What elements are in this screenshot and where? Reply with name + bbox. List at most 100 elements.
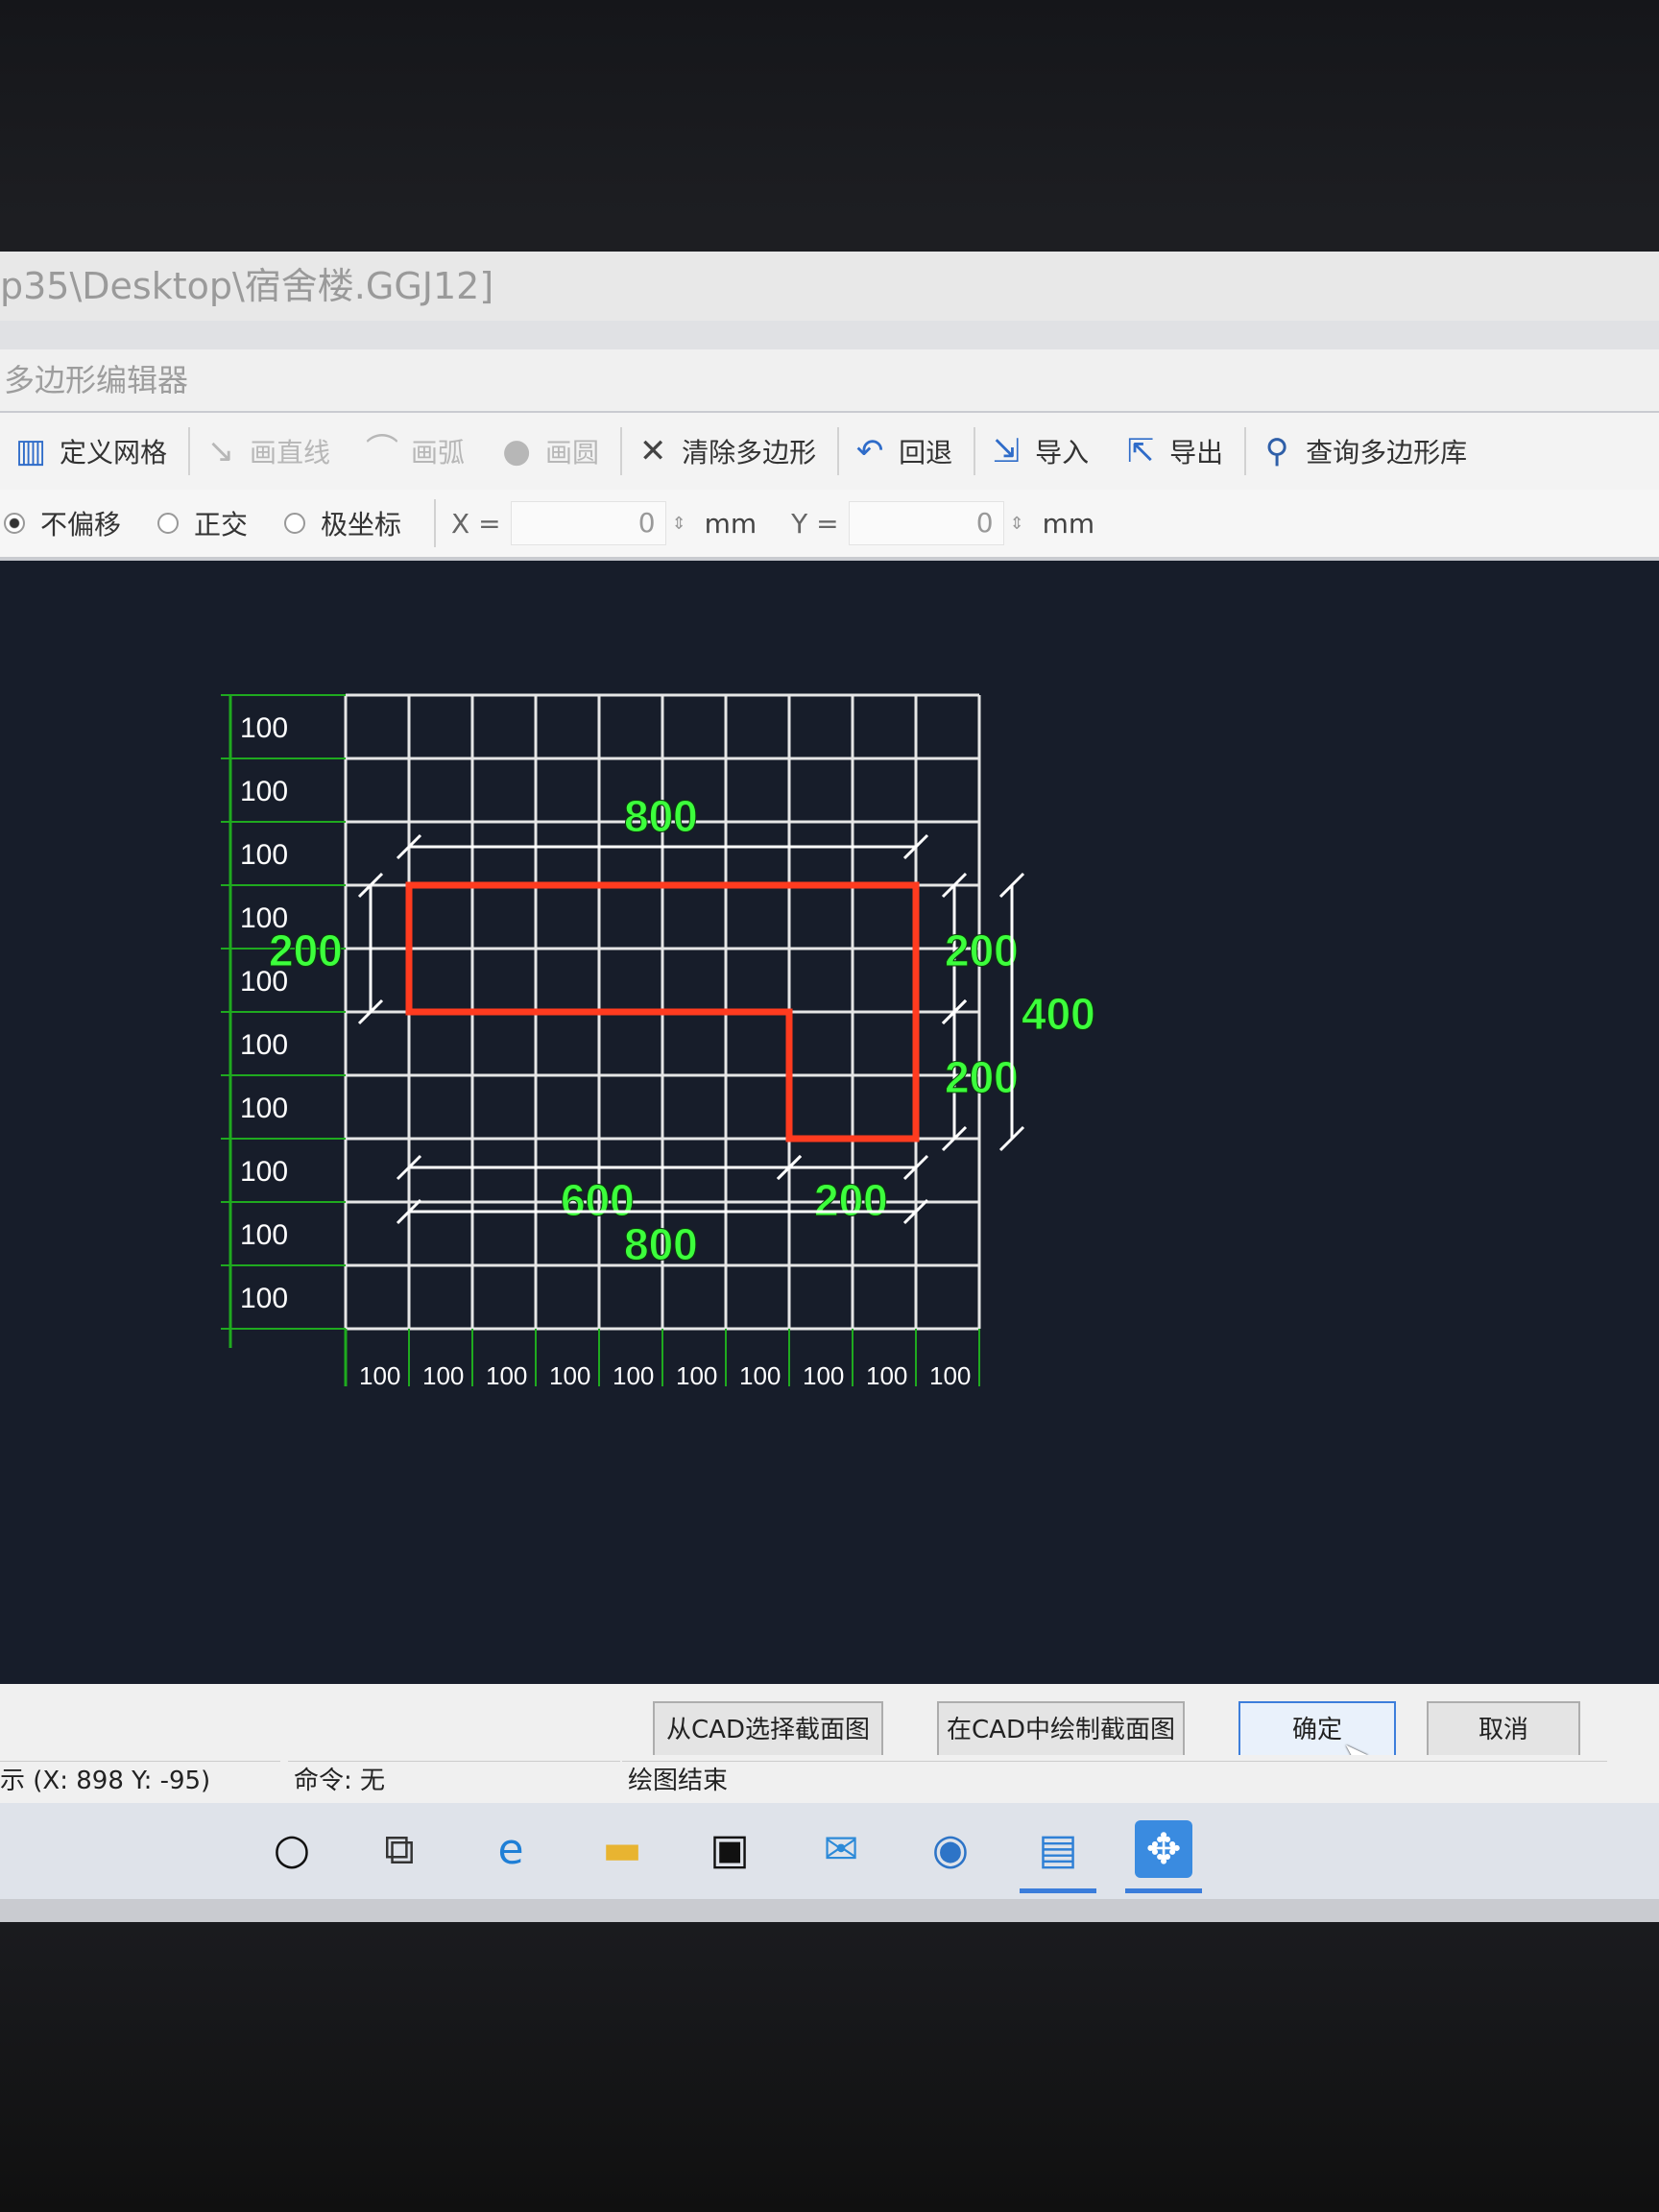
col-spacing-label: 100	[422, 1361, 464, 1390]
import-icon: ⇲	[992, 432, 1021, 470]
status-bar: 示 (X: 898 Y: -95) 命令: 无 绘图结束	[0, 1755, 1659, 1803]
export-button[interactable]: ⇱ 导出	[1123, 432, 1223, 470]
query-library-button[interactable]: ⚲ 查询多边形库	[1260, 432, 1467, 470]
draw-circle-label: 画圆	[545, 437, 600, 469]
mail-icon[interactable]: ✉	[812, 1820, 870, 1878]
window-title-bar: p35\Desktop\宿舍楼.GGJ12]	[0, 252, 1659, 321]
row-spacing-label: 100	[240, 712, 288, 744]
radio-icon	[157, 513, 180, 534]
taskbar: ○ ⧉ e ▬ ▣ ✉ ◉ ▤ ✥	[0, 1803, 1659, 1899]
ortho-label: 正交	[194, 509, 249, 541]
toolbar-separator	[974, 427, 976, 475]
y-unit: mm	[1042, 507, 1095, 540]
x-label: X =	[451, 507, 501, 540]
no-offset-radio[interactable]: 不偏移	[4, 504, 121, 542]
row-spacing-label: 100	[240, 1283, 288, 1314]
line-icon: ↘	[206, 432, 235, 470]
select-from-cad-button[interactable]: 从CAD选择截面图	[653, 1701, 883, 1759]
clear-polygon-button[interactable]: ✕ 清除多边形	[636, 432, 816, 470]
x-unit: mm	[704, 507, 757, 540]
monitor-screen: p35\Desktop\宿舍楼.GGJ12] 多边形编辑器 ▥ 定义网格 ↘ 画…	[0, 252, 1659, 1922]
radio-icon	[284, 513, 306, 534]
drawing-canvas[interactable]: 100 100 100 100 100 100 100 100 100 100 100 100 100 1…	[0, 561, 1659, 1684]
dimension-top-label: 800	[624, 791, 698, 841]
polar-label: 极坐标	[321, 509, 402, 541]
glodon-polygon-icon[interactable]: ✥	[1125, 1820, 1202, 1893]
export-label: 导出	[1169, 437, 1224, 469]
y-label: Y =	[791, 507, 839, 540]
toolbar-separator	[188, 427, 191, 475]
dimension-bottom-right-label: 200	[814, 1175, 888, 1225]
dimension-bottom-total-label: 800	[624, 1219, 698, 1269]
no-offset-label: 不偏移	[40, 509, 122, 541]
dialog-title: 多边形编辑器	[0, 349, 1659, 411]
define-grid-label: 定义网格	[60, 437, 168, 469]
row-spacing-label: 100	[240, 1093, 288, 1124]
polygon-grid-drawing[interactable]: 100 100 100 100 100 100 100 100 100 100 100 100 100 1…	[0, 561, 1659, 1684]
menu-bar-faded	[0, 321, 1659, 349]
radio-selected-icon	[4, 513, 25, 534]
ok-label: 确定	[1291, 1716, 1342, 1744]
x-spinner[interactable]: ⇕	[672, 514, 689, 534]
row-spacing-label: 100	[240, 1156, 288, 1188]
define-grid-button[interactable]: ▥ 定义网格	[13, 432, 167, 470]
status-message: 绘图结束	[622, 1761, 1607, 1800]
polar-radio[interactable]: 极坐标	[284, 504, 401, 542]
dimension-right-lower-label: 200	[945, 1052, 1019, 1102]
draw-line-label: 画直线	[250, 437, 331, 469]
import-label: 导入	[1035, 437, 1090, 469]
row-spacing-label: 100	[240, 776, 288, 807]
clear-polygon-label: 清除多边形	[682, 437, 817, 469]
x-input[interactable]: 0	[510, 501, 666, 545]
draw-in-cad-button[interactable]: 在CAD中绘制截面图	[937, 1701, 1185, 1759]
ok-button[interactable]: 确定 ➤	[1238, 1701, 1396, 1774]
status-command: 命令: 无	[288, 1761, 620, 1800]
export-icon: ⇱	[1126, 432, 1155, 470]
toolbar-separator	[837, 427, 840, 475]
col-spacing-label: 100	[739, 1361, 781, 1390]
dimension-bottom-left-label: 600	[561, 1175, 635, 1225]
import-button[interactable]: ⇲ 导入	[989, 432, 1089, 470]
row-spacing-label: 100	[240, 839, 288, 871]
app-icon[interactable]: ◉	[922, 1820, 979, 1878]
y-spinner[interactable]: ⇕	[1010, 514, 1027, 534]
options-separator	[434, 499, 437, 547]
toolbar-separator	[620, 427, 623, 475]
col-spacing-label: 100	[676, 1361, 717, 1390]
ortho-radio[interactable]: 正交	[157, 504, 248, 542]
col-spacing-label: 100	[359, 1361, 400, 1390]
task-view-icon[interactable]: ⧉	[371, 1820, 428, 1878]
cancel-button[interactable]: 取消	[1427, 1701, 1580, 1759]
store-icon[interactable]: ▣	[701, 1820, 758, 1878]
col-spacing-label: 100	[549, 1361, 590, 1390]
options-bar: 不偏移 正交 极坐标 X = 0 ⇕ mm Y = 0 ⇕ mm	[0, 490, 1659, 557]
search-icon: ⚲	[1264, 432, 1289, 470]
row-spacing-label: 100	[240, 1029, 288, 1061]
col-spacing-label: 100	[929, 1361, 971, 1390]
window-title: p35\Desktop\宿舍楼.GGJ12]	[0, 265, 494, 307]
edge-icon[interactable]: e	[482, 1820, 540, 1878]
dimension-right-upper-label: 200	[945, 926, 1019, 975]
col-spacing-label: 100	[866, 1361, 907, 1390]
cortana-icon[interactable]: ○	[263, 1820, 321, 1878]
toolbar: ▥ 定义网格 ↘ 画直线 ⌒ 画弧 ● 画圆 ✕ 清除多边形 ↶ 回退 ⇲ 导入	[0, 413, 1659, 490]
status-coordinates: 示 (X: 898 Y: -95)	[0, 1761, 280, 1800]
glodon-icon[interactable]: ▤	[1020, 1820, 1096, 1893]
draw-arc-label: 画弧	[411, 437, 466, 469]
draw-circle-button[interactable]: ● 画圆	[499, 432, 599, 470]
draw-arc-button[interactable]: ⌒ 画弧	[365, 432, 465, 470]
arc-icon: ⌒	[366, 432, 399, 470]
dimension-right-total-label: 400	[1022, 989, 1095, 1039]
undo-icon: ↶	[855, 432, 884, 470]
grid-icon: ▥	[14, 432, 47, 470]
col-spacing-label: 100	[486, 1361, 527, 1390]
y-input[interactable]: 0	[848, 501, 1004, 545]
close-icon: ✕	[638, 432, 667, 470]
dimension-left-label: 200	[269, 926, 343, 975]
draw-line-button[interactable]: ↘ 画直线	[204, 432, 330, 470]
undo-button[interactable]: ↶ 回退	[853, 432, 952, 470]
query-library-label: 查询多边形库	[1306, 437, 1468, 469]
col-spacing-label: 100	[803, 1361, 844, 1390]
file-explorer-icon[interactable]: ▬	[593, 1820, 651, 1878]
toolbar-separator	[1244, 427, 1247, 475]
